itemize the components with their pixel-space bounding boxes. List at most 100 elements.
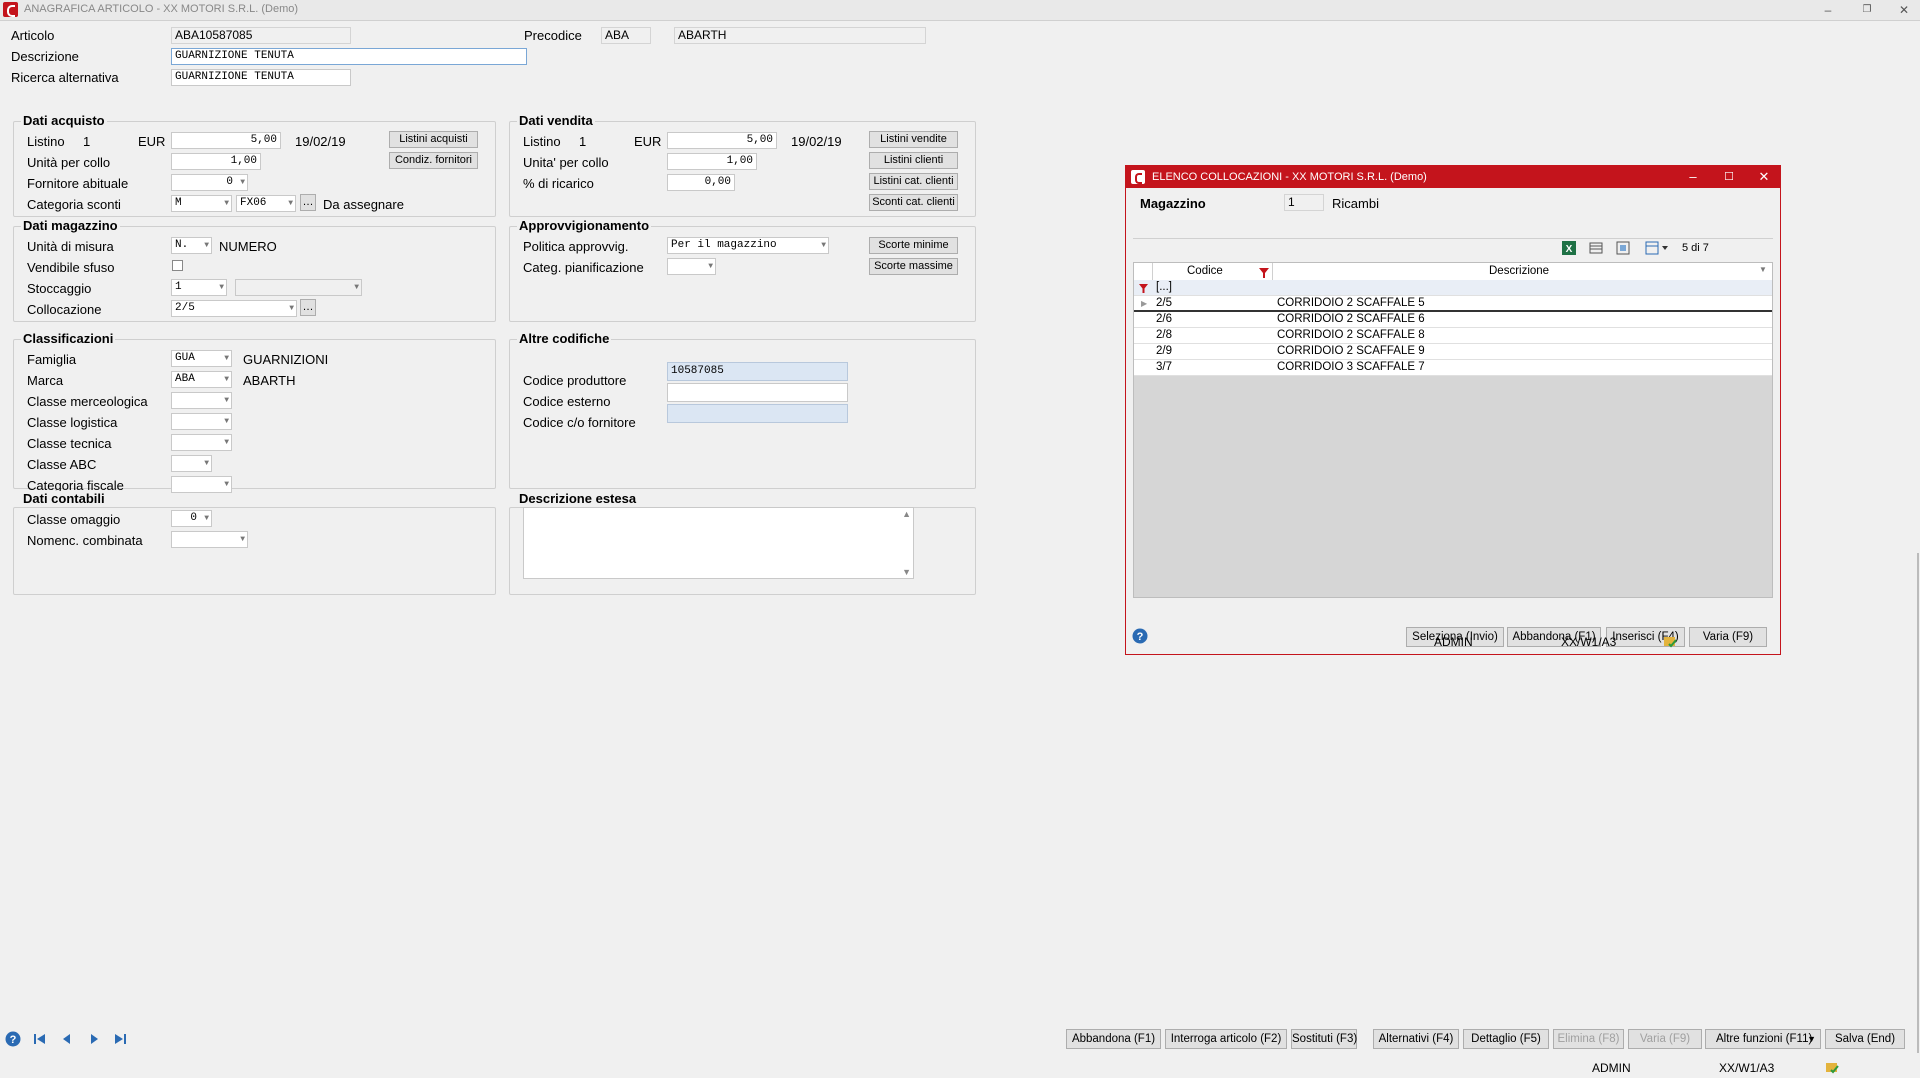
collocazione-dropdown[interactable]: 2/5 ▼ [171, 300, 297, 317]
vendita-price-field[interactable]: 5,00 [667, 132, 777, 149]
stoccaggio-sub-dropdown[interactable]: ▼ [235, 279, 362, 296]
dettaglio-button[interactable]: Dettaglio (F5) [1463, 1029, 1549, 1049]
restore-icon[interactable]: ❐ [1855, 2, 1879, 18]
ricarico-field[interactable]: 0,00 [667, 174, 735, 191]
alternativi-button[interactable]: Alternativi (F4) [1373, 1029, 1459, 1049]
stoccaggio-value: 1 [175, 281, 182, 293]
fornitore-abituale-dropdown[interactable]: 0 ▼ [171, 174, 248, 191]
filter-icon[interactable] [1259, 266, 1269, 278]
first-record-icon[interactable] [32, 1031, 48, 1047]
elimina-button[interactable]: Elimina (F8) [1553, 1029, 1624, 1049]
logistica-dropdown[interactable]: ▼ [171, 413, 232, 430]
merceologica-dropdown[interactable]: ▼ [171, 392, 232, 409]
scroll-down-icon[interactable]: ▼ [902, 567, 911, 577]
unita-vendita-field[interactable]: 1,00 [667, 153, 757, 170]
categ-pianificazione-dropdown[interactable]: ▼ [667, 258, 716, 275]
listini-clienti-button[interactable]: Listini clienti [869, 152, 958, 169]
help-icon[interactable]: ? [5, 1031, 21, 1047]
abc-dropdown[interactable]: ▼ [171, 455, 212, 472]
scroll-up-icon[interactable]: ▲ [902, 509, 911, 519]
scorte-massime-button[interactable]: Scorte massime [869, 258, 958, 275]
close-icon[interactable]: ✕ [1892, 2, 1916, 18]
dialog-status-terminal: XX/W1/A3 [1561, 635, 1617, 649]
previous-record-icon[interactable] [59, 1031, 75, 1047]
dialog-magazzino-field[interactable]: 1 [1284, 194, 1324, 211]
minimize-icon[interactable]: – [1816, 2, 1840, 18]
politica-dropdown[interactable]: Per il magazzino ▼ [667, 237, 829, 254]
listini-acquisti-button[interactable]: Listini acquisti [389, 131, 478, 148]
condiz-fornitori-button[interactable]: Condiz. fornitori [389, 152, 478, 169]
sostituti-button[interactable]: Sostituti (F3) [1291, 1029, 1357, 1049]
columns-icon[interactable] [1615, 240, 1631, 256]
classificazioni-title: Classificazioni [21, 331, 116, 346]
scorte-minime-button[interactable]: Scorte minime [869, 237, 958, 254]
table-row[interactable]: 2/9 CORRIDOIO 2 SCAFFALE 9 [1134, 344, 1772, 360]
tecnica-dropdown[interactable]: ▼ [171, 434, 232, 451]
column-descrizione[interactable]: Descrizione [1489, 265, 1549, 277]
last-record-icon[interactable] [112, 1031, 128, 1047]
categoria-sconti-dropdown-2[interactable]: FX06 ▼ [236, 195, 296, 212]
help-icon[interactable]: ? [1132, 628, 1148, 644]
categoria-sconti-dropdown-1[interactable]: M ▼ [171, 195, 232, 212]
altre-funzioni-button[interactable]: Altre funzioni (F11) ▼ [1705, 1029, 1821, 1049]
app-logo-icon [3, 2, 18, 17]
categ-pianificazione-label: Categ. pianificazione [523, 260, 644, 275]
omaggio-dropdown[interactable]: 0 ▼ [171, 510, 212, 527]
famiglia-dropdown[interactable]: GUA ▼ [171, 350, 232, 367]
filter-menu-icon[interactable] [1644, 240, 1672, 256]
listino-vendita-num: 1 [579, 134, 587, 149]
chevron-down-icon: ▼ [240, 535, 245, 544]
cell-descrizione: CORRIDOIO 2 SCAFFALE 8 [1277, 329, 1425, 341]
unita-acquisto-field[interactable]: 1,00 [171, 153, 261, 170]
nomenc-dropdown[interactable]: ▼ [171, 531, 248, 548]
sfuso-label: Vendibile sfuso [27, 260, 115, 275]
table-row[interactable]: 2/6 CORRIDOIO 2 SCAFFALE 6 [1134, 312, 1772, 328]
next-record-icon[interactable] [86, 1031, 102, 1047]
listini-cat-clienti-button[interactable]: Listini cat. clienti [869, 173, 958, 190]
grid-header: Codice Descrizione ▼ [1134, 263, 1772, 281]
chevron-down-icon: ▼ [204, 241, 209, 250]
um-value: N. [175, 239, 189, 251]
precodice-code-field[interactable]: ABA [601, 27, 651, 44]
salva-button[interactable]: Salva (End) [1825, 1029, 1905, 1049]
grid-layout-icon[interactable] [1588, 240, 1604, 256]
dialog-varia-button[interactable]: Varia (F9) [1689, 627, 1767, 647]
chevron-down-icon: ▼ [224, 199, 229, 208]
altre-codifiche-title: Altre codifiche [517, 331, 612, 346]
esterno-field[interactable] [667, 383, 848, 402]
descrizione-field[interactable]: GUARNIZIONE TENUTA [171, 48, 527, 65]
dialog-close-icon[interactable]: ✕ [1752, 169, 1776, 185]
acquisto-price-field[interactable]: 5,00 [171, 132, 281, 149]
vendita-date: 19/02/19 [791, 134, 842, 149]
table-row[interactable]: 3/7 CORRIDOIO 3 SCAFFALE 7 [1134, 360, 1772, 376]
dialog-maximize-icon[interactable]: ☐ [1717, 169, 1741, 185]
um-dropdown[interactable]: N. ▼ [171, 237, 212, 254]
categoria-lookup-button[interactable]: … [300, 194, 316, 211]
dati-magazzino-title: Dati magazzino [21, 218, 120, 233]
articolo-field[interactable]: ABA10587085 [171, 27, 351, 44]
ricerca-field[interactable]: GUARNIZIONE TENUTA [171, 69, 351, 86]
sconti-cat-clienti-button[interactable]: Sconti cat. clienti [869, 194, 958, 211]
categoria-value-1: M [175, 197, 182, 209]
listini-vendite-button[interactable]: Listini vendite [869, 131, 958, 148]
produttore-field[interactable]: 10587085 [667, 362, 848, 381]
fornitore-codice-field[interactable] [667, 404, 848, 423]
interroga-articolo-button[interactable]: Interroga articolo (F2) [1165, 1029, 1287, 1049]
table-row[interactable]: 2/8 CORRIDOIO 2 SCAFFALE 8 [1134, 328, 1772, 344]
excel-export-icon[interactable]: X [1561, 240, 1577, 256]
dialog-magazzino-desc: Ricambi [1332, 196, 1379, 211]
chevron-down-icon[interactable]: ▼ [1759, 265, 1767, 274]
stoccaggio-dropdown[interactable]: 1 ▼ [171, 279, 227, 296]
varia-button[interactable]: Varia (F9) [1628, 1029, 1702, 1049]
abbandona-button[interactable]: Abbandona (F1) [1066, 1029, 1161, 1049]
fiscale-dropdown[interactable]: ▼ [171, 476, 232, 493]
marca-dropdown[interactable]: ABA ▼ [171, 371, 232, 388]
sfuso-checkbox[interactable] [172, 260, 183, 271]
window-title: ANAGRAFICA ARTICOLO - XX MOTORI S.R.L. (… [24, 3, 299, 15]
dialog-minimize-icon[interactable]: – [1681, 169, 1705, 185]
filter-row[interactable]: [...] [1134, 280, 1772, 296]
descrizione-estesa-textarea[interactable]: ▲ ▼ [523, 507, 914, 579]
table-row[interactable]: ▶ 2/5 CORRIDOIO 2 SCAFFALE 5 [1134, 296, 1772, 312]
column-codice[interactable]: Codice [1187, 265, 1223, 277]
collocazione-lookup-button[interactable]: … [300, 299, 316, 316]
